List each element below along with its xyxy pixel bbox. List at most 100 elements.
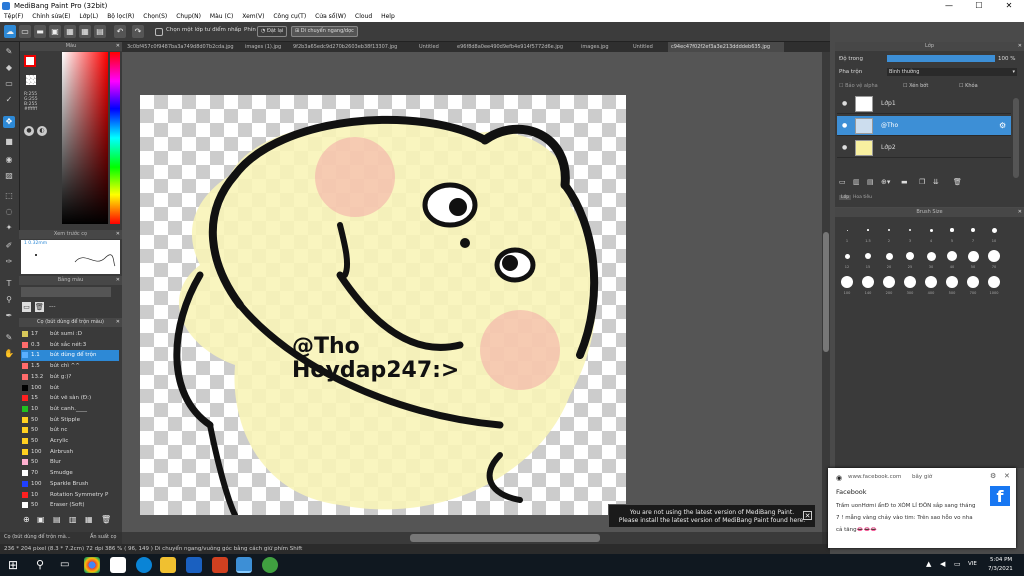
brush-size-option[interactable] bbox=[988, 250, 1000, 262]
new-halftone-layer-icon[interactable]: ▥ bbox=[853, 178, 860, 186]
gradient-tool-icon[interactable]: ▨ bbox=[3, 170, 15, 182]
eye-icon[interactable]: ● bbox=[842, 138, 847, 158]
brush-size-option[interactable] bbox=[925, 276, 937, 288]
color-wheel-icon[interactable]: ● bbox=[24, 126, 34, 136]
tab-layer[interactable]: Lớp bbox=[839, 195, 852, 200]
eyedropper-icon[interactable]: ✒ bbox=[3, 310, 15, 322]
tab-navigator[interactable]: Hoa tiêu bbox=[853, 195, 872, 200]
brush-item[interactable]: 10 bút canh.____ bbox=[21, 404, 119, 415]
app-taskbar-icon[interactable] bbox=[262, 557, 278, 573]
medibang-taskbar-icon[interactable] bbox=[236, 557, 252, 573]
eye-icon[interactable]: ● bbox=[842, 116, 847, 136]
layer-row-selected[interactable]: ● @Tho ⚙ bbox=[837, 116, 1011, 136]
battery-icon[interactable]: ▭ bbox=[954, 560, 961, 568]
brush-size-option[interactable] bbox=[904, 276, 916, 288]
menu-cloud[interactable]: Cloud bbox=[355, 13, 372, 20]
network-icon[interactable]: ▲ bbox=[926, 560, 931, 568]
brush-size-option[interactable] bbox=[967, 250, 979, 262]
brush-size-option[interactable] bbox=[865, 253, 871, 259]
clip-checkbox[interactable]: ☐ Xén bớt bbox=[903, 83, 928, 89]
brush-item[interactable]: 50 bút nc bbox=[21, 425, 119, 436]
brush-size-option[interactable] bbox=[867, 229, 869, 231]
file-explorer-icon[interactable] bbox=[160, 557, 176, 573]
magic-wand-icon[interactable]: ✦ bbox=[3, 222, 15, 234]
lasso-tool-icon[interactable]: ◌ bbox=[3, 206, 15, 218]
layer-row[interactable]: ● Lớp1 bbox=[837, 94, 1011, 114]
eraser-tool-icon[interactable]: ◆ bbox=[3, 62, 15, 74]
pen-tool-icon[interactable]: ✎ bbox=[3, 46, 15, 58]
brush-size-option[interactable] bbox=[988, 276, 1000, 288]
fill-tool-icon[interactable]: ■ bbox=[3, 136, 15, 148]
brush-item[interactable]: 50 bút Stipple bbox=[21, 415, 119, 426]
lock-checkbox[interactable]: ☐ Khóa bbox=[959, 83, 978, 89]
doc-tab-active[interactable]: c94ec47f02f2ef3a3e213ddddeb635.jpg bbox=[668, 42, 784, 52]
brush-item[interactable]: 100 bút bbox=[21, 383, 119, 394]
task-view-icon[interactable]: ▭ bbox=[60, 559, 69, 570]
menu-edit[interactable]: Chỉnh sửa(E) bbox=[32, 13, 70, 20]
bottom-tab-pressure[interactable]: Ấn suất cọ bbox=[90, 534, 116, 540]
select-eraser-icon[interactable]: ✑ bbox=[3, 256, 15, 268]
brush-size-option[interactable] bbox=[991, 227, 997, 233]
doc-tab[interactable]: images.jpg bbox=[578, 42, 618, 52]
primary-color-swatch[interactable] bbox=[24, 55, 36, 67]
grid-icon[interactable]: ▦ bbox=[64, 25, 76, 38]
close-icon[interactable]: ✕ bbox=[116, 42, 120, 51]
brush-size-option[interactable] bbox=[947, 251, 957, 261]
color-settings-icon[interactable]: ◐ bbox=[37, 126, 47, 136]
brush-item[interactable]: 100 Airbrush bbox=[21, 447, 119, 458]
close-icon[interactable]: ✕ bbox=[116, 230, 120, 239]
brush-size-option[interactable] bbox=[885, 252, 893, 260]
brush-item[interactable]: 50 Blur bbox=[21, 457, 119, 468]
brush-item[interactable]: 15 bút vẽ sàn (Đ:) bbox=[21, 393, 119, 404]
bottom-tab-brush[interactable]: Cọ (bút dùng để trộn mà... bbox=[4, 534, 71, 540]
brush-size-option[interactable] bbox=[883, 276, 895, 288]
edge-icon[interactable] bbox=[136, 557, 152, 573]
brush-size-option[interactable] bbox=[841, 276, 853, 288]
vertical-scroll-thumb[interactable] bbox=[823, 232, 829, 352]
palette-swatches[interactable] bbox=[21, 287, 111, 297]
brush-item[interactable]: 10 Rotation Symmetry P bbox=[21, 490, 119, 501]
add-layer-menu-icon[interactable]: ⊕▾ bbox=[881, 178, 890, 186]
update-line2[interactable]: Please install the latest version of Med… bbox=[609, 517, 815, 525]
ie-icon[interactable] bbox=[186, 557, 202, 573]
menu-view[interactable]: Xem(V) bbox=[242, 13, 264, 20]
brush-size-option[interactable] bbox=[906, 252, 914, 260]
chat-icon[interactable]: ▬ bbox=[34, 25, 46, 38]
rect-tool-icon[interactable]: ▭ bbox=[3, 78, 15, 90]
delete-layer-icon[interactable]: 🗑 bbox=[953, 178, 962, 186]
brush-item[interactable]: 13.2 bút g:)? bbox=[21, 372, 119, 383]
close-icon[interactable]: ✕ bbox=[1004, 472, 1010, 480]
brush-size-option[interactable] bbox=[862, 276, 874, 288]
windows-store-icon[interactable] bbox=[110, 557, 126, 573]
brush-item-selected[interactable]: 1.1 bút dùng để trộn bbox=[21, 350, 119, 361]
brush-item[interactable]: 0.3 bút sắc nét:3 bbox=[21, 340, 119, 351]
clock-time[interactable]: 5:04 PM bbox=[990, 557, 1012, 563]
snap-checkbox[interactable] bbox=[155, 28, 163, 36]
drawing-canvas[interactable]: @Tho Hoydap247:> bbox=[140, 95, 626, 515]
text-tool-icon[interactable]: T bbox=[3, 278, 15, 290]
brush-size-option[interactable] bbox=[888, 229, 890, 231]
menu-help[interactable]: Help bbox=[381, 13, 395, 20]
doc-tab[interactable]: 9f2b3a65edc9d270b2603eb38f13307.jpg bbox=[290, 42, 408, 52]
grid2-icon[interactable]: ▦ bbox=[79, 25, 91, 38]
brush-folder-icon[interactable]: ▤ bbox=[53, 515, 61, 524]
doc-tab[interactable]: Untitled bbox=[416, 42, 446, 52]
undo-icon[interactable]: ↶ bbox=[114, 25, 126, 38]
close-icon[interactable]: ✕ bbox=[116, 276, 120, 285]
layer-row[interactable]: ● Lớp2 bbox=[837, 138, 1011, 158]
layer-scrollbar[interactable] bbox=[1013, 98, 1019, 178]
office-icon[interactable] bbox=[212, 557, 228, 573]
move-mode-button[interactable]: ⊞ Di chuyển ngang/dọc bbox=[291, 26, 358, 37]
vertical-scrollbar[interactable] bbox=[822, 52, 830, 532]
doc-tab[interactable]: e96f8d8a0ee490d9efb4e914f5772d6e.jpg bbox=[454, 42, 574, 52]
cloud-icon[interactable]: ☁ bbox=[4, 25, 16, 38]
brush-size-option[interactable] bbox=[929, 228, 933, 232]
windows-start-icon[interactable]: ⊞ bbox=[8, 558, 18, 572]
brush-size-option[interactable] bbox=[844, 253, 850, 259]
saturation-value-picker[interactable] bbox=[62, 52, 108, 224]
brush-copy-icon[interactable]: ▣ bbox=[37, 515, 45, 524]
close-icon[interactable]: ✕ bbox=[1018, 208, 1022, 217]
brush-import-icon[interactable]: ▦ bbox=[85, 515, 93, 524]
doc-tab[interactable]: images (1).jpg bbox=[242, 42, 282, 52]
doc-tab[interactable]: 3c0bf457c0f9487ba3a749d8d07b2cda.jpg bbox=[124, 42, 242, 52]
